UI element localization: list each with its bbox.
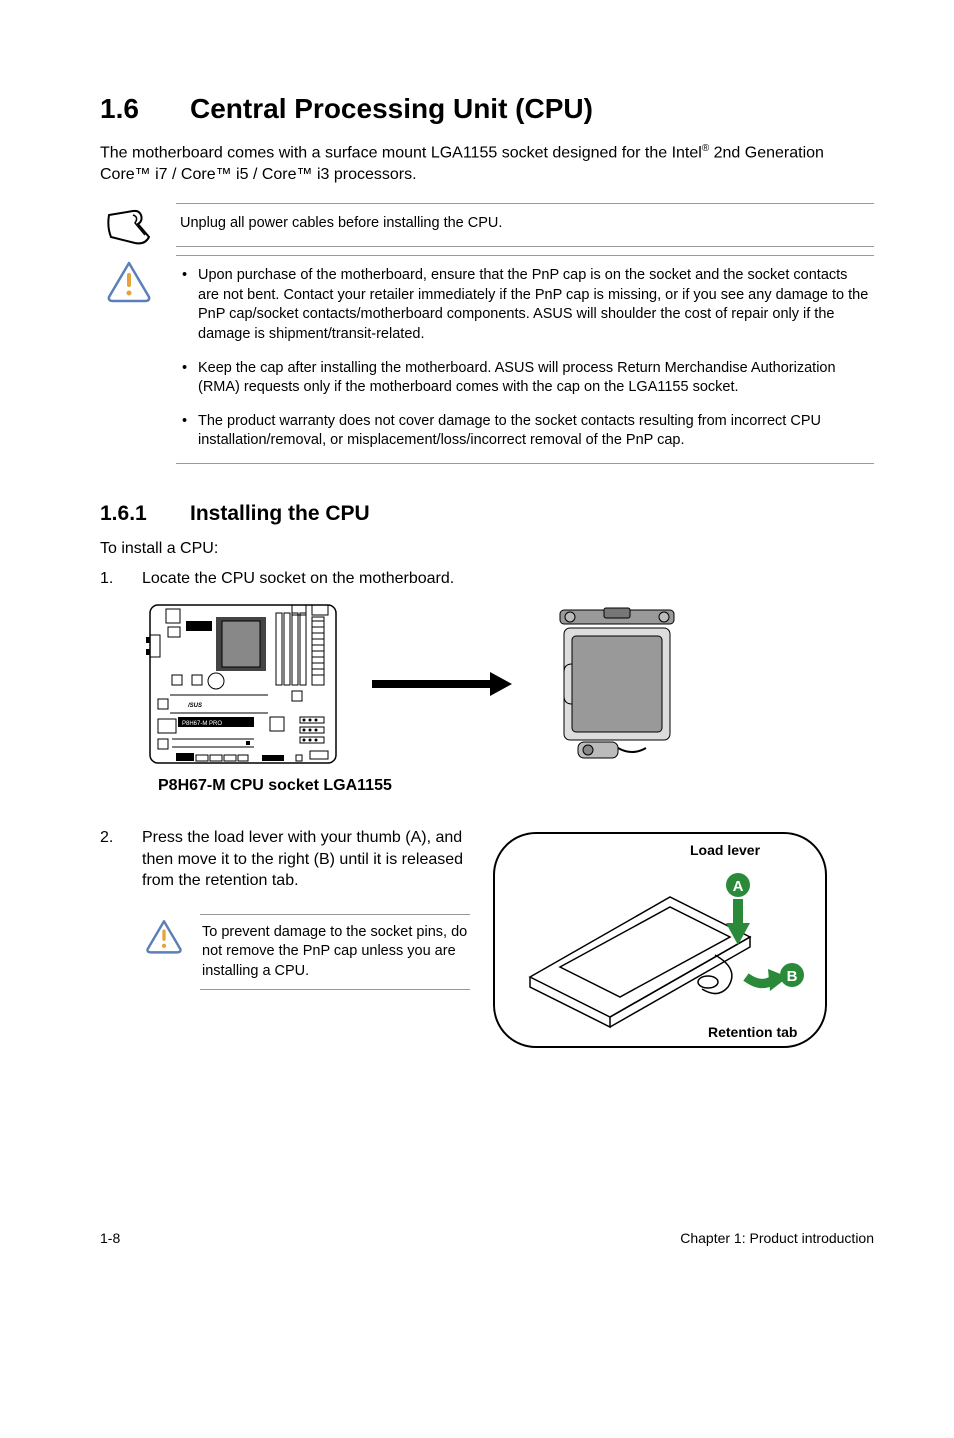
- step-2-number: 2.: [100, 827, 142, 849]
- chapter-label: Chapter 1: Product introduction: [680, 1229, 874, 1248]
- step-2-row: 2. Press the load lever with your thumb …: [100, 827, 874, 1063]
- svg-text:/SUS: /SUS: [187, 703, 202, 709]
- hand-note-icon: [100, 203, 158, 247]
- motherboard-schematic: /SUS P8H67-M PRO: [142, 599, 342, 769]
- subsection-title: Installing the CPU: [190, 502, 370, 525]
- inner-warning: To prevent damage to the socket pins, do…: [142, 914, 470, 991]
- load-lever-figure: Load lever A: [490, 827, 874, 1063]
- section-heading: 1.6Central Processing Unit (CPU): [100, 90, 874, 128]
- step-1-text: Locate the CPU socket on the motherboard…: [142, 568, 454, 590]
- page-number: 1-8: [100, 1229, 120, 1248]
- note-unplug: Unplug all power cables before installin…: [100, 203, 874, 247]
- diagram-caption: P8H67-M CPU socket LGA1155: [158, 775, 874, 797]
- section-title: Central Processing Unit (CPU): [190, 93, 593, 124]
- warning-bullet-3: The product warranty does not cover dama…: [180, 412, 870, 451]
- page-footer: 1-8 Chapter 1: Product introduction: [100, 1223, 874, 1248]
- warning-content: Upon purchase of the motherboard, ensure…: [176, 255, 874, 464]
- inner-warning-text: To prevent damage to the socket pins, do…: [200, 914, 470, 991]
- step-2-text: Press the load lever with your thumb (A)…: [142, 827, 470, 892]
- arrow-icon: [372, 672, 512, 696]
- diagram-row: /SUS P8H67-M PRO: [142, 599, 874, 769]
- warning-block: Upon purchase of the motherboard, ensure…: [100, 255, 874, 464]
- socket-closeup: [542, 604, 692, 764]
- warning-bullet-2: Keep the cap after installing the mother…: [180, 359, 870, 398]
- intro-text-a: The motherboard comes with a surface mou…: [100, 144, 702, 161]
- subsection-heading: 1.6.1Installing the CPU: [100, 500, 874, 528]
- step-1-number: 1.: [100, 568, 142, 590]
- subsection-number: 1.6.1: [100, 500, 190, 528]
- svg-text:Retention tab: Retention tab: [708, 1024, 797, 1040]
- subsection-intro: To install a CPU:: [100, 538, 874, 560]
- svg-text:Load lever: Load lever: [690, 842, 761, 858]
- warning-triangle-icon: [100, 255, 158, 303]
- intro-paragraph: The motherboard comes with a surface mou…: [100, 142, 874, 186]
- svg-text:P8H67-M PRO: P8H67-M PRO: [182, 721, 222, 727]
- note-unplug-text: Unplug all power cables before installin…: [176, 203, 874, 247]
- warning-triangle-icon-small: [142, 914, 186, 954]
- section-number: 1.6: [100, 90, 190, 128]
- svg-text:B: B: [787, 968, 798, 985]
- warning-bullet-1: Upon purchase of the motherboard, ensure…: [180, 266, 870, 344]
- svg-text:A: A: [733, 878, 744, 895]
- step-1: 1. Locate the CPU socket on the motherbo…: [100, 568, 874, 590]
- step-2: 2. Press the load lever with your thumb …: [100, 827, 470, 892]
